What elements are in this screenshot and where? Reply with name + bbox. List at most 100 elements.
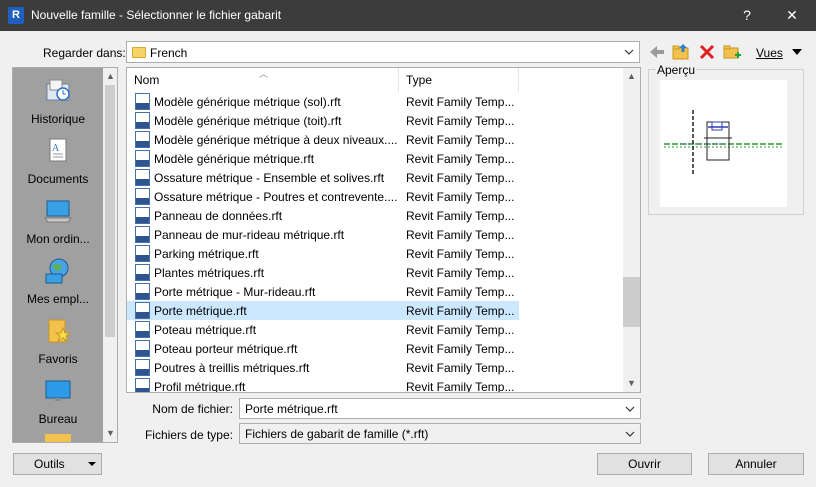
chevron-down-icon	[624, 49, 634, 55]
place-network[interactable]: Mes empl...	[13, 252, 103, 312]
filename-value[interactable]: Porte métrique.rft	[245, 402, 338, 416]
file-row[interactable]: Poteau métrique.rft Revit Family Temp...	[127, 320, 519, 339]
close-button[interactable]: ✕	[770, 0, 814, 31]
place-history[interactable]: Historique	[13, 72, 103, 132]
file-name: Panneau de données.rft	[154, 209, 283, 223]
file-row[interactable]: Modèle générique métrique à deux niveaux…	[127, 130, 519, 149]
rft-file-icon	[135, 112, 150, 129]
rft-file-icon	[135, 207, 150, 224]
preview-drawing	[664, 110, 782, 176]
up-folder-icon[interactable]	[671, 42, 691, 62]
new-folder-icon[interactable]	[722, 42, 742, 62]
file-name: Plantes métriques.rft	[154, 266, 265, 280]
file-type: Revit Family Temp...	[406, 152, 515, 166]
lookin-label: Regarder dans:	[43, 46, 126, 60]
back-arrow-icon[interactable]	[647, 42, 667, 62]
file-type: Revit Family Temp...	[406, 361, 515, 375]
rft-file-icon	[135, 93, 150, 110]
file-row[interactable]: Panneau de données.rft Revit Family Temp.…	[127, 206, 519, 225]
file-name: Ossature métrique - Poutres et contreven…	[154, 190, 398, 204]
rft-file-icon	[135, 264, 150, 281]
file-row[interactable]: Parking métrique.rft Revit Family Temp...	[127, 244, 519, 263]
file-row[interactable]: Modèle générique métrique (sol).rft Revit…	[127, 92, 519, 111]
file-list-scroll-thumb[interactable]	[623, 277, 640, 327]
column-header-type[interactable]: Type	[399, 68, 519, 92]
file-name: Poutres à treillis métriques.rft	[154, 361, 310, 375]
file-row[interactable]: Ossature métrique - Poutres et contreven…	[127, 187, 519, 206]
rft-file-icon	[135, 245, 150, 262]
lookin-value-wrap: French	[132, 46, 187, 60]
rft-file-icon	[135, 131, 150, 148]
filename-input[interactable]: Porte métrique.rft	[239, 398, 641, 419]
rft-file-icon	[135, 283, 150, 300]
rft-file-icon	[135, 188, 150, 205]
folder-icon	[45, 434, 71, 442]
file-row[interactable]: Plantes métriques.rft Revit Family Temp..…	[127, 263, 519, 282]
file-type: Revit Family Temp...	[406, 247, 515, 261]
filetype-select[interactable]: Fichiers de gabarit de famille (*.rft)	[239, 423, 641, 444]
file-row[interactable]: Profil métrique.rft Revit Family Temp...	[127, 377, 519, 392]
file-row[interactable]: Ossature métrique - Ensemble et solives.…	[127, 168, 519, 187]
file-row[interactable]: Porte métrique - Mur-rideau.rft Revit Fam…	[127, 282, 519, 301]
scroll-up-icon[interactable]: ▲	[102, 68, 119, 85]
file-type: Revit Family Temp...	[406, 285, 515, 299]
open-button[interactable]: Ouvrir	[597, 453, 692, 475]
delete-icon[interactable]	[697, 42, 717, 62]
views-dropdown-icon[interactable]	[792, 49, 802, 55]
filetype-label: Fichiers de type:	[144, 428, 233, 442]
file-row[interactable]: Modèle générique métrique.rft Revit Famil…	[127, 149, 519, 168]
places-scroll-thumb[interactable]	[105, 85, 115, 337]
file-row[interactable]: Panneau de mur-rideau métrique.rft Revit …	[127, 225, 519, 244]
scroll-down-icon[interactable]: ▼	[623, 375, 640, 392]
file-row[interactable]: Modèle générique métrique (toit).rft Revi…	[127, 111, 519, 130]
file-name: Modèle générique métrique (sol).rft	[154, 95, 341, 109]
file-name: Poteau porteur métrique.rft	[154, 342, 298, 356]
sort-ascending-icon: ︿	[259, 69, 269, 79]
file-name: Modèle générique métrique à deux niveaux…	[154, 133, 398, 147]
place-documents[interactable]: A Documents	[13, 132, 103, 192]
column-header-label: Nom	[134, 73, 160, 87]
preview-image	[660, 80, 787, 207]
file-type: Revit Family Temp...	[406, 304, 515, 318]
scroll-up-icon[interactable]: ▲	[623, 68, 640, 85]
svg-text:A: A	[52, 143, 60, 154]
place-label: Documents	[27, 172, 89, 186]
cancel-button[interactable]: Annuler	[708, 453, 804, 475]
file-name: Parking métrique.rft	[154, 247, 259, 261]
places-scrollbar[interactable]: ▲ ▼	[103, 68, 117, 442]
views-menu[interactable]: Vues	[756, 46, 783, 60]
file-type: Revit Family Temp...	[406, 342, 515, 356]
chevron-down-icon[interactable]	[624, 402, 636, 416]
rft-file-icon	[135, 150, 150, 167]
file-name: Porte métrique.rft	[154, 304, 247, 318]
place-label: Mes empl...	[26, 292, 89, 306]
file-row[interactable]: Porte métrique.rft Revit Family Temp...	[127, 301, 519, 320]
folder-icon	[132, 47, 146, 58]
place-computer[interactable]: Mon ordin...	[13, 192, 103, 252]
tools-button[interactable]: Outils	[13, 453, 102, 475]
network-icon	[45, 258, 69, 284]
chevron-down-icon	[625, 431, 635, 437]
scroll-down-icon[interactable]: ▼	[102, 425, 119, 442]
lookin-combo[interactable]: French	[126, 41, 640, 63]
place-label: Favoris	[38, 352, 78, 366]
desktop-icon	[45, 380, 71, 401]
lookin-value: French	[150, 46, 188, 60]
places-bar: Historique A Documents Mon ordin... Mes	[12, 67, 118, 443]
filetype-value: Fichiers de gabarit de famille (*.rft)	[245, 427, 429, 441]
file-list-scrollbar[interactable]: ▲ ▼	[623, 68, 640, 392]
file-row[interactable]: Poteau porteur métrique.rft Revit Family …	[127, 339, 519, 358]
file-list: Nom ︿ Type Modèle générique métrique (so…	[126, 67, 641, 393]
place-favorites[interactable]: Favoris	[13, 312, 103, 372]
file-name: Ossature métrique - Ensemble et solives.…	[154, 171, 385, 185]
help-button[interactable]: ?	[725, 0, 769, 31]
title-bar: R Nouvelle famille - Sélectionner le fic…	[0, 0, 816, 31]
favorites-icon	[48, 319, 72, 343]
place-label: Historique	[30, 112, 86, 126]
rft-file-icon	[135, 340, 150, 357]
place-label: Bureau	[38, 412, 78, 426]
file-name: Modèle générique métrique.rft	[154, 152, 315, 166]
column-header-name[interactable]: Nom ︿	[127, 68, 399, 92]
file-row[interactable]: Poutres à treillis métriques.rft Revit Fa…	[127, 358, 519, 377]
place-desktop[interactable]: Bureau	[13, 372, 103, 432]
